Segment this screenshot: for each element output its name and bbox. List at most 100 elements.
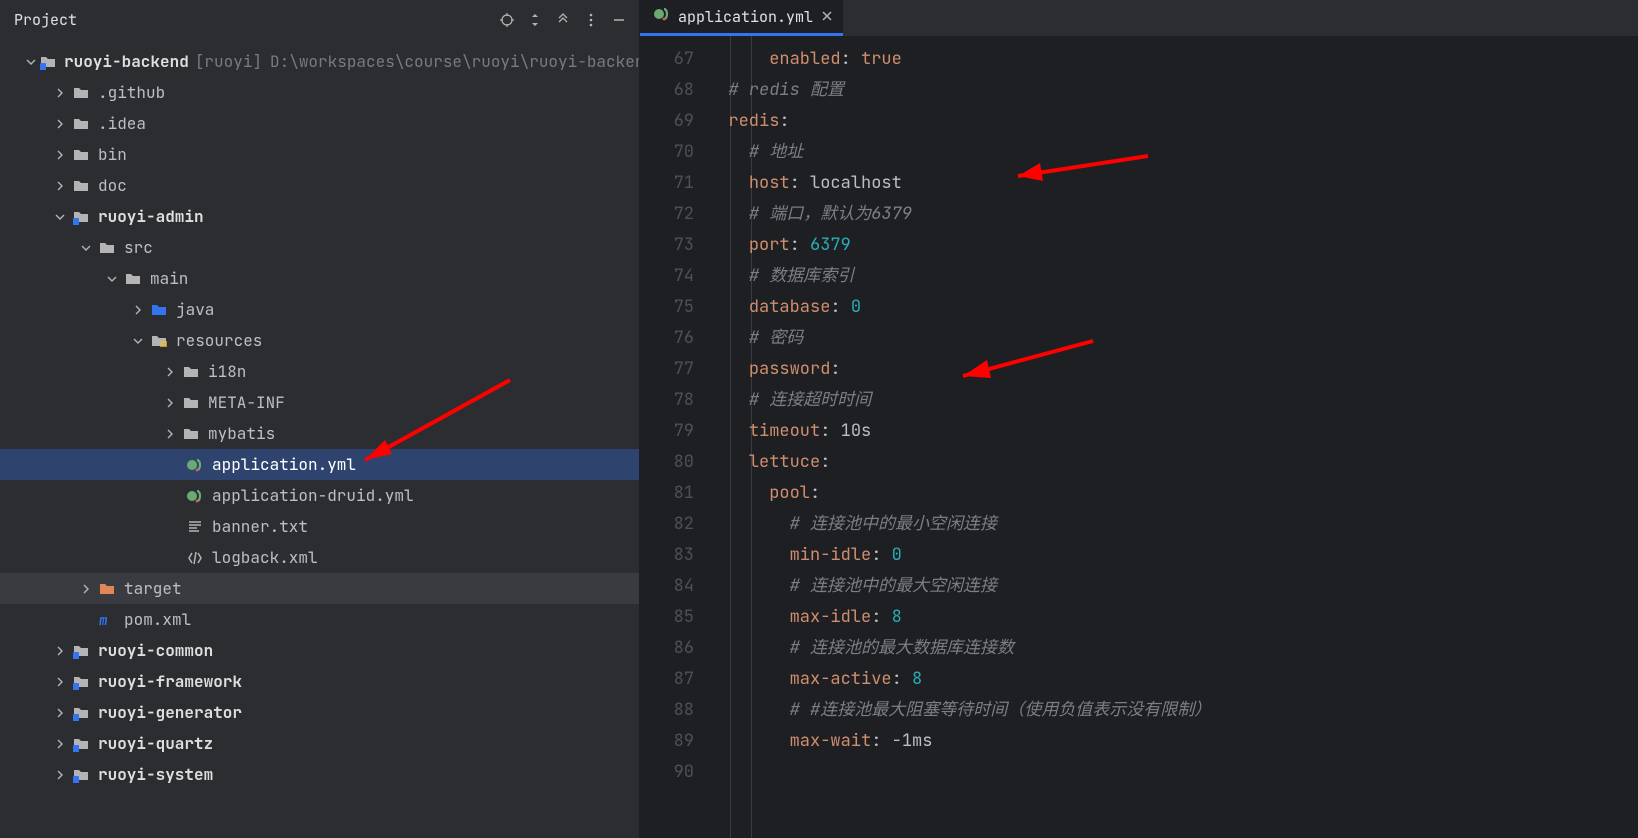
chevron-right-icon[interactable] bbox=[52, 85, 68, 101]
tree-item-logback-xml[interactable]: logback.xml bbox=[0, 542, 639, 573]
code-line[interactable]: # 端口，默认为6379 bbox=[708, 199, 1638, 230]
code-line[interactable]: # 密码 bbox=[708, 323, 1638, 354]
code-line[interactable]: port: 6379 bbox=[708, 230, 1638, 261]
project-sidebar: Project ru bbox=[0, 0, 640, 838]
code-area[interactable]: 6768697071727374757677787980818283848586… bbox=[640, 36, 1638, 838]
chevron-down-icon[interactable] bbox=[26, 54, 36, 70]
code-line[interactable]: password: bbox=[708, 354, 1638, 385]
line-number: 84 bbox=[640, 571, 694, 602]
tree-item-label: ruoyi-framework bbox=[98, 671, 242, 692]
chevron-right-icon[interactable] bbox=[52, 147, 68, 163]
chevron-down-icon[interactable] bbox=[104, 271, 120, 287]
code-line[interactable]: # 连接超时时间 bbox=[708, 385, 1638, 416]
minimize-icon[interactable] bbox=[607, 8, 631, 32]
line-number: 70 bbox=[640, 137, 694, 168]
module-icon bbox=[72, 642, 90, 660]
chevron-right-icon[interactable] bbox=[162, 395, 178, 411]
code-line[interactable]: # 连接池中的最大空闲连接 bbox=[708, 571, 1638, 602]
line-number: 83 bbox=[640, 540, 694, 571]
tree-item-label: .github bbox=[98, 82, 165, 103]
tree-item-doc[interactable]: doc bbox=[0, 170, 639, 201]
tree-item-pom-xml[interactable]: m pom.xml bbox=[0, 604, 639, 635]
code-line[interactable]: max-wait: -1ms bbox=[708, 726, 1638, 757]
code-line[interactable]: # 连接池中的最小空闲连接 bbox=[708, 509, 1638, 540]
code-content[interactable]: enabled: true # redis 配置 redis: # 地址 hos… bbox=[708, 36, 1638, 838]
chevron-right-icon[interactable] bbox=[52, 643, 68, 659]
chevron-right-icon[interactable] bbox=[162, 364, 178, 380]
folder-icon bbox=[72, 84, 90, 102]
tree-item-mybatis[interactable]: mybatis bbox=[0, 418, 639, 449]
tree-item-ruoyi-common[interactable]: ruoyi-common bbox=[0, 635, 639, 666]
tree-item-label: ruoyi-common bbox=[98, 640, 213, 661]
more-icon[interactable] bbox=[579, 8, 603, 32]
code-line[interactable]: timeout: 10s bbox=[708, 416, 1638, 447]
tree-item-banner-txt[interactable]: banner.txt bbox=[0, 511, 639, 542]
tree-item-application-druid-yml[interactable]: application-druid.yml bbox=[0, 480, 639, 511]
tree-item-ruoyi-system[interactable]: ruoyi-system bbox=[0, 759, 639, 790]
tree-item-application-yml[interactable]: application.yml bbox=[0, 449, 639, 480]
tree-item-target[interactable]: target bbox=[0, 573, 639, 604]
tree-item-github[interactable]: .github bbox=[0, 77, 639, 108]
folder-icon bbox=[98, 239, 116, 257]
resources-folder-icon bbox=[150, 332, 168, 350]
tree-item-resources[interactable]: resources bbox=[0, 325, 639, 356]
chevron-right-icon[interactable] bbox=[162, 426, 178, 442]
chevron-right-icon[interactable] bbox=[52, 178, 68, 194]
chevron-right-icon[interactable] bbox=[52, 736, 68, 752]
chevron-right-icon[interactable] bbox=[52, 705, 68, 721]
code-line[interactable]: pool: bbox=[708, 478, 1638, 509]
tab-application-yml[interactable]: application.yml bbox=[640, 0, 843, 36]
chevron-right-icon[interactable] bbox=[52, 674, 68, 690]
root-path: D:\workspaces\course\ruoyi\ruoyi-backend bbox=[270, 51, 639, 72]
root-module: [ruoyi] bbox=[195, 51, 262, 72]
code-line[interactable]: max-active: 8 bbox=[708, 664, 1638, 695]
tree-root[interactable]: ruoyi-backend [ruoyi] D:\workspaces\cour… bbox=[0, 46, 639, 77]
expand-collapse-icon[interactable] bbox=[523, 8, 547, 32]
line-number: 71 bbox=[640, 168, 694, 199]
tree-item-i18n[interactable]: i18n bbox=[0, 356, 639, 387]
tree-item-idea[interactable]: .idea bbox=[0, 108, 639, 139]
code-line[interactable]: min-idle: 0 bbox=[708, 540, 1638, 571]
file-tree[interactable]: ruoyi-backend [ruoyi] D:\workspaces\cour… bbox=[0, 40, 639, 838]
code-line[interactable]: enabled: true bbox=[708, 44, 1638, 75]
line-number: 68 bbox=[640, 75, 694, 106]
chevron-right-icon[interactable] bbox=[78, 581, 94, 597]
module-icon bbox=[40, 53, 56, 71]
code-line[interactable]: host: localhost bbox=[708, 168, 1638, 199]
code-line[interactable]: lettuce: bbox=[708, 447, 1638, 478]
code-line[interactable]: # #连接池最大阻塞等待时间（使用负值表示没有限制） bbox=[708, 695, 1638, 726]
collapse-all-icon[interactable] bbox=[551, 8, 575, 32]
module-icon bbox=[72, 766, 90, 784]
chevron-down-icon[interactable] bbox=[130, 333, 146, 349]
close-icon[interactable] bbox=[821, 7, 833, 27]
tree-item-ruoyi-admin[interactable]: ruoyi-admin bbox=[0, 201, 639, 232]
maven-file-icon: m bbox=[98, 611, 116, 629]
code-line[interactable]: # 地址 bbox=[708, 137, 1638, 168]
line-number: 73 bbox=[640, 230, 694, 261]
tree-item-main[interactable]: main bbox=[0, 263, 639, 294]
tree-item-src[interactable]: src bbox=[0, 232, 639, 263]
chevron-down-icon[interactable] bbox=[52, 209, 68, 225]
code-line[interactable]: database: 0 bbox=[708, 292, 1638, 323]
tree-item-ruoyi-quartz[interactable]: ruoyi-quartz bbox=[0, 728, 639, 759]
tree-item-ruoyi-framework[interactable]: ruoyi-framework bbox=[0, 666, 639, 697]
chevron-right-icon[interactable] bbox=[130, 302, 146, 318]
code-line[interactable] bbox=[708, 757, 1638, 788]
yaml-file-icon bbox=[186, 487, 204, 505]
chevron-down-icon[interactable] bbox=[78, 240, 94, 256]
code-line[interactable]: # 连接池的最大数据库连接数 bbox=[708, 633, 1638, 664]
tree-item-metainf[interactable]: META-INF bbox=[0, 387, 639, 418]
chevron-right-icon[interactable] bbox=[52, 767, 68, 783]
text-file-icon bbox=[186, 518, 204, 536]
tree-item-ruoyi-generator[interactable]: ruoyi-generator bbox=[0, 697, 639, 728]
tree-item-java[interactable]: java bbox=[0, 294, 639, 325]
chevron-right-icon[interactable] bbox=[52, 116, 68, 132]
code-line[interactable]: redis: bbox=[708, 106, 1638, 137]
locate-icon[interactable] bbox=[495, 8, 519, 32]
project-title[interactable]: Project bbox=[14, 10, 77, 30]
tree-item-bin[interactable]: bin bbox=[0, 139, 639, 170]
folder-icon bbox=[182, 394, 200, 412]
code-line[interactable]: max-idle: 8 bbox=[708, 602, 1638, 633]
code-line[interactable]: # 数据库索引 bbox=[708, 261, 1638, 292]
code-line[interactable]: # redis 配置 bbox=[708, 75, 1638, 106]
